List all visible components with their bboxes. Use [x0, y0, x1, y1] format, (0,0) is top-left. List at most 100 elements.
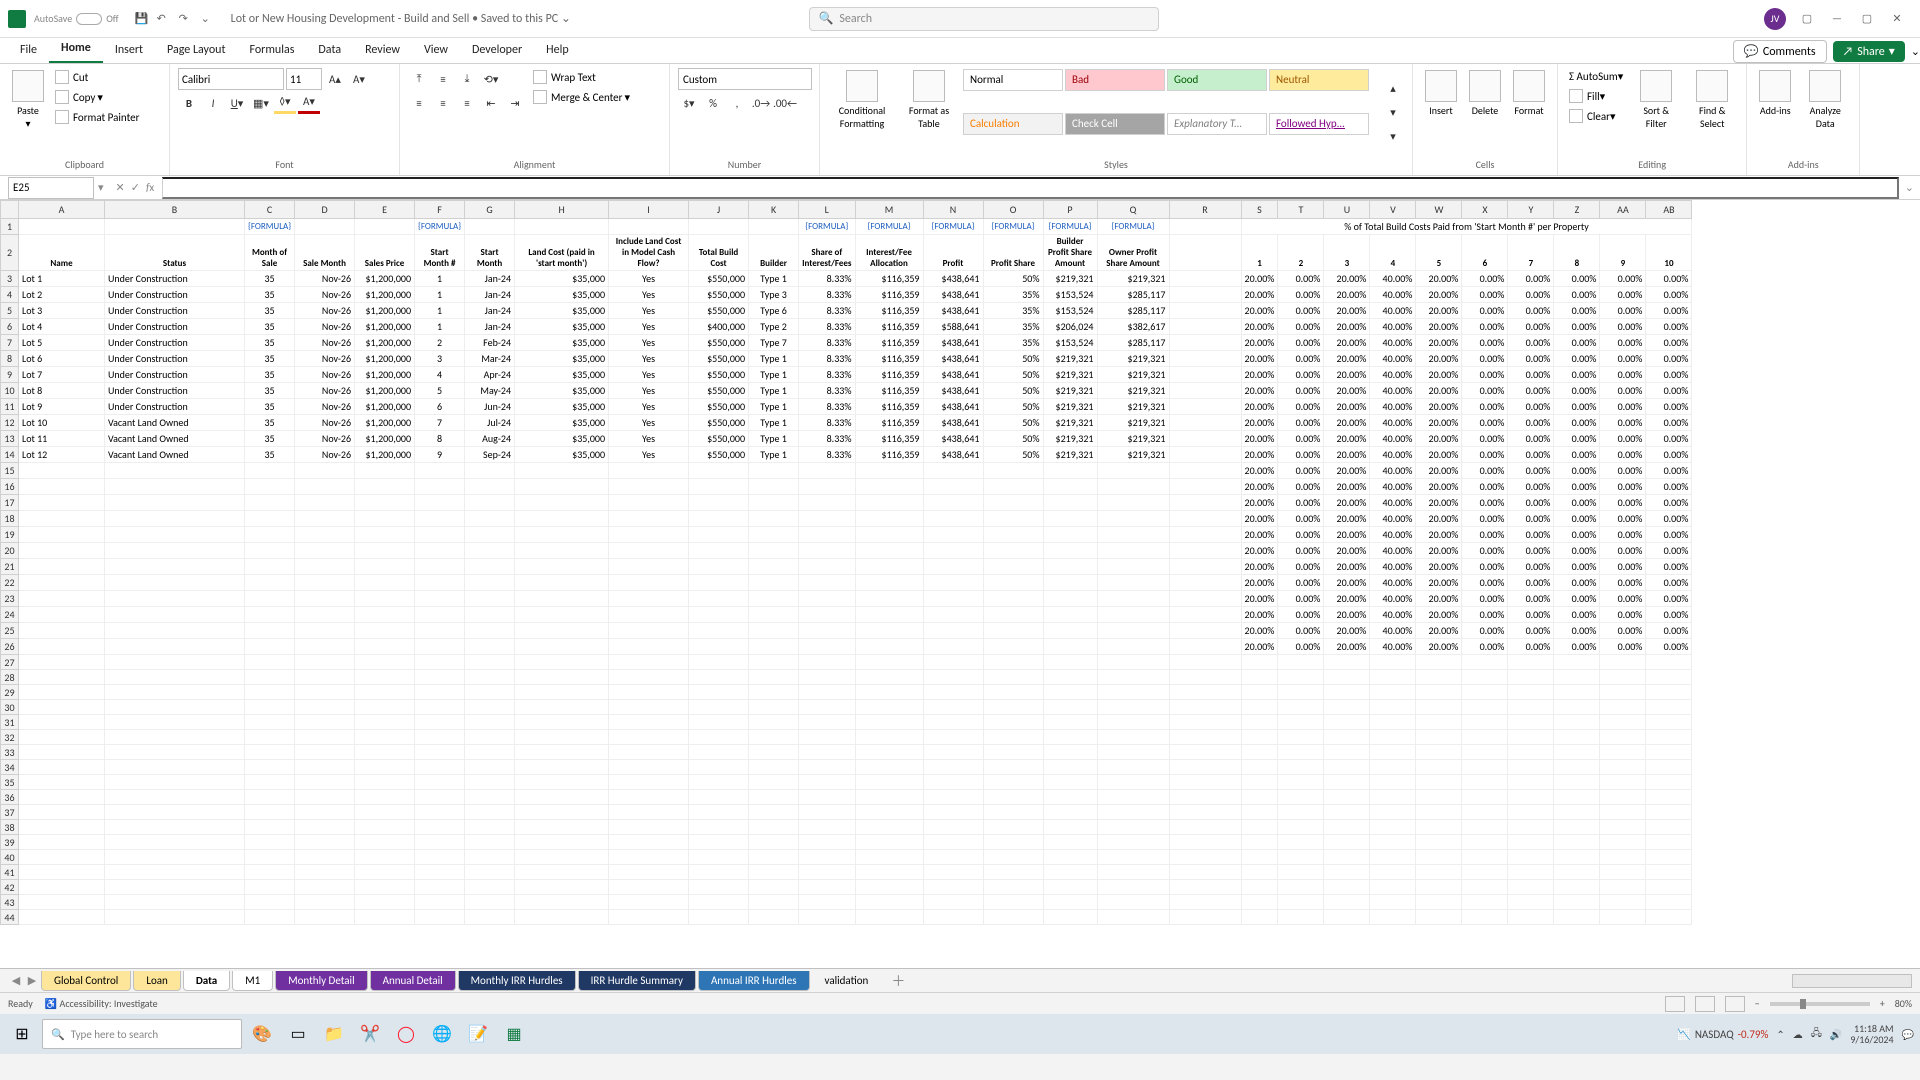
cell[interactable] — [1043, 730, 1097, 745]
notepad-icon[interactable]: 📝 — [462, 1018, 494, 1050]
cell[interactable] — [19, 850, 105, 865]
cell[interactable] — [19, 910, 105, 925]
row-header[interactable]: 8 — [1, 351, 19, 367]
cell[interactable] — [1508, 760, 1554, 775]
cell[interactable] — [1043, 591, 1097, 607]
cell[interactable] — [295, 511, 355, 527]
cell[interactable] — [415, 715, 465, 730]
cell[interactable]: 20.00% — [1416, 271, 1462, 287]
cell[interactable] — [855, 511, 923, 527]
cell[interactable]: Lot 1 — [19, 271, 105, 287]
decrease-font-icon[interactable]: A▾ — [348, 68, 370, 90]
cell[interactable]: May-24 — [465, 383, 515, 399]
cell[interactable] — [855, 639, 923, 655]
cell[interactable] — [799, 670, 855, 685]
cell[interactable]: Month of Sale — [245, 235, 295, 271]
cell[interactable]: Feb-24 — [465, 335, 515, 351]
cell[interactable] — [1324, 805, 1370, 820]
cell[interactable]: 0.00% — [1646, 447, 1692, 463]
cell[interactable] — [923, 790, 983, 805]
cell[interactable] — [1278, 805, 1324, 820]
cell[interactable] — [1508, 880, 1554, 895]
cell[interactable] — [855, 805, 923, 820]
cell[interactable]: 0.00% — [1554, 319, 1600, 335]
cell[interactable]: 0.00% — [1278, 463, 1324, 479]
cell[interactable] — [415, 880, 465, 895]
cell[interactable] — [923, 655, 983, 670]
cell[interactable] — [855, 820, 923, 835]
cell[interactable] — [1043, 715, 1097, 730]
cell[interactable] — [295, 895, 355, 910]
cell[interactable]: 0.00% — [1646, 287, 1692, 303]
cell[interactable] — [799, 775, 855, 790]
underline-button[interactable]: U▾ — [226, 92, 248, 114]
cell[interactable]: 40.00% — [1370, 431, 1416, 447]
cell[interactable]: 20.00% — [1241, 415, 1278, 431]
cell[interactable] — [1097, 910, 1169, 925]
cell[interactable] — [1278, 670, 1324, 685]
cell[interactable]: 40.00% — [1370, 303, 1416, 319]
cell[interactable] — [749, 805, 799, 820]
cell[interactable] — [465, 479, 515, 495]
cell[interactable] — [245, 685, 295, 700]
cell[interactable]: $219,321 — [1043, 447, 1097, 463]
cell[interactable] — [465, 527, 515, 543]
cell[interactable] — [799, 760, 855, 775]
cell[interactable] — [515, 880, 609, 895]
cell[interactable] — [1169, 415, 1241, 431]
cell[interactable]: 40.00% — [1370, 559, 1416, 575]
cell[interactable] — [1370, 700, 1416, 715]
cell[interactable]: Yes — [609, 271, 689, 287]
cell[interactable]: 3 — [415, 351, 465, 367]
cell[interactable] — [1241, 730, 1278, 745]
tab-view[interactable]: View — [412, 38, 460, 63]
cell[interactable]: 35% — [983, 303, 1043, 319]
cell[interactable]: 0.00% — [1278, 623, 1324, 639]
cell[interactable]: 40.00% — [1370, 639, 1416, 655]
cell[interactable] — [1278, 760, 1324, 775]
cell[interactable] — [1600, 820, 1646, 835]
cell[interactable]: 9 — [415, 447, 465, 463]
cell[interactable]: $35,000 — [515, 431, 609, 447]
cell[interactable]: Type 1 — [749, 399, 799, 415]
cell[interactable]: 0.00% — [1278, 543, 1324, 559]
cell[interactable] — [105, 543, 245, 559]
cell[interactable]: Type 1 — [749, 351, 799, 367]
fill-button[interactable]: Fill▾ — [1566, 87, 1626, 105]
cell[interactable] — [1169, 351, 1241, 367]
cell[interactable]: $1,200,000 — [355, 287, 415, 303]
sheet-nav-next-icon[interactable]: ▶ — [24, 974, 40, 987]
cell[interactable]: 40.00% — [1370, 367, 1416, 383]
cell[interactable] — [1462, 910, 1508, 925]
cell[interactable] — [1508, 745, 1554, 760]
cell[interactable]: 0.00% — [1508, 431, 1554, 447]
cell[interactable]: 0.00% — [1462, 447, 1508, 463]
cell[interactable] — [1646, 760, 1692, 775]
cell[interactable]: Lot 10 — [19, 415, 105, 431]
cell[interactable] — [855, 559, 923, 575]
cell[interactable] — [1646, 805, 1692, 820]
cell[interactable] — [609, 495, 689, 511]
cell[interactable]: Vacant Land Owned — [105, 447, 245, 463]
cell[interactable] — [295, 219, 355, 235]
cell[interactable] — [415, 670, 465, 685]
cell[interactable] — [1097, 511, 1169, 527]
cell[interactable] — [415, 730, 465, 745]
cell[interactable]: 35 — [245, 399, 295, 415]
row-header[interactable]: 24 — [1, 607, 19, 623]
cell[interactable]: 8 — [415, 431, 465, 447]
cell[interactable]: Yes — [609, 447, 689, 463]
cell[interactable] — [1646, 895, 1692, 910]
cell[interactable] — [1241, 685, 1278, 700]
cell[interactable]: 20.00% — [1324, 495, 1370, 511]
cell[interactable]: $219,321 — [1043, 367, 1097, 383]
cell[interactable] — [609, 910, 689, 925]
cell[interactable] — [105, 910, 245, 925]
cell[interactable]: 0.00% — [1554, 559, 1600, 575]
cell[interactable]: 0.00% — [1508, 335, 1554, 351]
cell[interactable]: 8.33% — [799, 287, 855, 303]
cell[interactable]: Nov-26 — [295, 383, 355, 399]
column-header[interactable]: K — [749, 201, 799, 219]
cell[interactable] — [19, 820, 105, 835]
cell[interactable]: $35,000 — [515, 271, 609, 287]
